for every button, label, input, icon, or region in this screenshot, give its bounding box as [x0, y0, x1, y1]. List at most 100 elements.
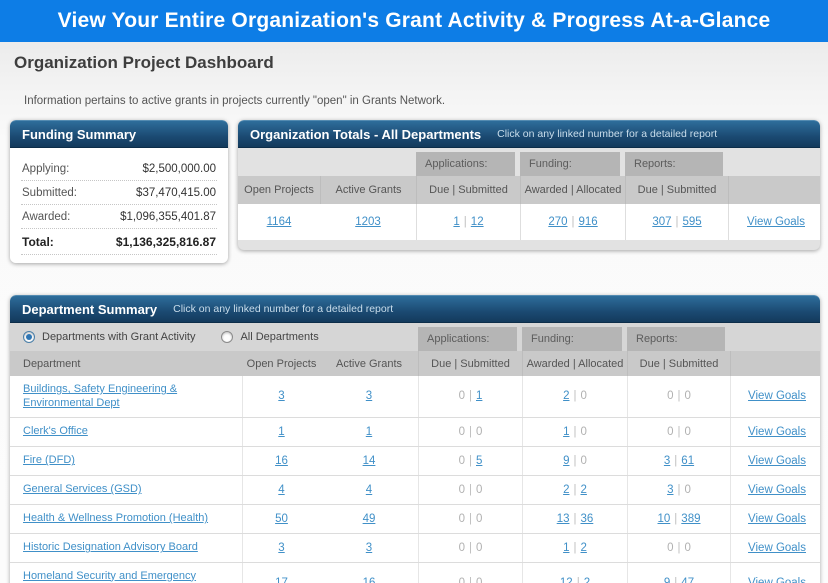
spacer — [238, 148, 320, 176]
organization-totals-subtitle: Click on any linked number for a detaile… — [497, 128, 717, 140]
column-header-awarded-allocated: Awarded | Allocated — [522, 351, 627, 376]
radio-unselected-icon[interactable] — [221, 331, 233, 343]
department-summary-title: Department Summary — [22, 302, 157, 317]
organization-totals-panel: Organization Totals - All Departments Cl… — [238, 120, 820, 250]
applications-submitted-link[interactable]: 1 — [476, 390, 482, 402]
open-projects-link[interactable]: 50 — [275, 513, 288, 525]
active-grants-link[interactable]: 49 — [363, 513, 376, 525]
table-row: Homeland Security and Emergency Manageme… — [10, 563, 820, 583]
page-title: Organization Project Dashboard — [14, 53, 828, 73]
department-link[interactable]: Buildings, Safety Engineering & Environm… — [23, 382, 232, 411]
pipe-separator: | — [670, 513, 681, 525]
funding-awarded-link[interactable]: 13 — [557, 513, 570, 525]
reports-submitted-link[interactable]: 61 — [681, 455, 694, 467]
department-link[interactable]: Health & Wellness Promotion (Health) — [23, 511, 208, 525]
applications-submitted-value: 0 — [476, 577, 482, 583]
funding-allocated-link[interactable]: 916 — [579, 216, 598, 228]
funding-row-submitted: Submitted: $37,470,415.00 — [21, 181, 217, 205]
pipe-separator: | — [465, 484, 476, 496]
spacer — [728, 148, 820, 176]
group-header-funding: Funding: — [522, 327, 622, 351]
active-grants-link[interactable]: 4 — [366, 484, 372, 496]
funding-value: $1,096,355,401.87 — [120, 211, 216, 223]
funding-row-total: Total: $1,136,325,816.87 — [21, 229, 217, 255]
active-grants-link[interactable]: 1 — [366, 426, 372, 438]
funding-summary-body: Applying: $2,500,000.00 Submitted: $37,4… — [10, 148, 228, 263]
pipe-separator: | — [570, 484, 581, 496]
organization-totals-header: Organization Totals - All Departments Cl… — [238, 120, 820, 148]
funding-allocated-link[interactable]: 2 — [581, 542, 587, 554]
department-link[interactable]: Historic Designation Advisory Board — [23, 540, 198, 554]
applications-submitted-value: 0 — [476, 542, 482, 554]
department-summary-table-body: Buildings, Safety Engineering & Environm… — [10, 376, 820, 583]
reports-due-link[interactable]: 10 — [658, 513, 671, 525]
reports-due-link[interactable]: 307 — [652, 216, 671, 228]
open-projects-link[interactable]: 1 — [278, 426, 284, 438]
pipe-separator: | — [465, 513, 476, 525]
table-row: General Services (GSD) 4 4 0|0 2|2 3|0 V… — [10, 476, 820, 505]
department-link[interactable]: Homeland Security and Emergency Manageme… — [23, 569, 232, 583]
applications-submitted-value: 0 — [476, 426, 482, 438]
org-totals-values-row: 1164 1203 1 | 12 270 | 916 307 | 595 Vie… — [238, 204, 820, 240]
funding-row-applying: Applying: $2,500,000.00 — [21, 157, 217, 181]
pipe-separator: | — [670, 577, 681, 583]
filter-radio-all-departments[interactable]: All Departments — [221, 331, 318, 343]
column-header-department: Department — [10, 351, 243, 376]
reports-submitted-link[interactable]: 595 — [683, 216, 702, 228]
reports-submitted-value: 0 — [685, 484, 691, 496]
pipe-separator: | — [672, 216, 683, 228]
group-header-reports: Reports: — [625, 152, 723, 176]
view-goals-link[interactable]: View Goals — [747, 216, 805, 228]
pipe-separator: | — [570, 426, 581, 438]
column-header-reports-due-submitted: Due | Submitted — [627, 351, 730, 376]
active-grants-link[interactable]: 3 — [366, 390, 372, 402]
pipe-separator: | — [674, 484, 685, 496]
open-projects-link[interactable]: 16 — [275, 455, 288, 467]
open-projects-link[interactable]: 3 — [278, 542, 284, 554]
radio-selected-icon[interactable] — [23, 331, 35, 343]
pipe-separator: | — [570, 455, 581, 467]
group-header-applications: Applications: — [416, 152, 515, 176]
department-link[interactable]: General Services (GSD) — [23, 482, 142, 496]
pipe-separator: | — [573, 577, 584, 583]
reports-submitted-link[interactable]: 389 — [681, 513, 700, 525]
pipe-separator: | — [674, 390, 685, 402]
funding-value: $37,470,415.00 — [136, 187, 216, 199]
pipe-separator: | — [670, 455, 681, 467]
view-goals-link[interactable]: View Goals — [748, 513, 806, 525]
department-link[interactable]: Clerk's Office — [23, 424, 88, 438]
view-goals-link[interactable]: View Goals — [748, 484, 806, 496]
department-summary-header: Department Summary Click on any linked n… — [10, 295, 820, 323]
active-grants-link[interactable]: 16 — [363, 577, 376, 583]
view-goals-link[interactable]: View Goals — [748, 455, 806, 467]
active-grants-link[interactable]: 3 — [366, 542, 372, 554]
applications-submitted-link[interactable]: 12 — [471, 216, 484, 228]
view-goals-link[interactable]: View Goals — [748, 577, 806, 583]
open-projects-link[interactable]: 1164 — [267, 216, 292, 228]
pipe-separator: | — [465, 390, 476, 402]
pipe-separator: | — [570, 513, 581, 525]
spacer — [728, 176, 820, 204]
reports-submitted-link[interactable]: 47 — [681, 577, 694, 583]
open-projects-link[interactable]: 17 — [275, 577, 288, 583]
filter-radio-grant-activity[interactable]: Departments with Grant Activity — [23, 331, 195, 343]
open-projects-link[interactable]: 3 — [278, 390, 284, 402]
view-goals-link[interactable]: View Goals — [748, 542, 806, 554]
view-goals-link[interactable]: View Goals — [748, 390, 806, 402]
view-goals-link[interactable]: View Goals — [748, 426, 806, 438]
funding-awarded-link[interactable]: 270 — [548, 216, 567, 228]
applications-submitted-link[interactable]: 5 — [476, 455, 482, 467]
open-projects-link[interactable]: 4 — [278, 484, 284, 496]
department-link[interactable]: Fire (DFD) — [23, 453, 75, 467]
pipe-separator: | — [570, 390, 581, 402]
funding-allocated-link[interactable]: 36 — [581, 513, 594, 525]
active-grants-link[interactable]: 14 — [363, 455, 376, 467]
group-header-reports: Reports: — [627, 327, 725, 351]
funding-awarded-link[interactable]: 12 — [560, 577, 573, 583]
funding-summary-title: Funding Summary — [22, 127, 136, 142]
funding-allocated-link[interactable]: 2 — [581, 484, 587, 496]
funding-allocated-link[interactable]: 2 — [584, 577, 590, 583]
active-grants-link[interactable]: 1203 — [355, 216, 381, 228]
column-header-awarded-allocated: Awarded | Allocated — [520, 176, 625, 204]
group-header-applications: Applications: — [418, 327, 517, 351]
